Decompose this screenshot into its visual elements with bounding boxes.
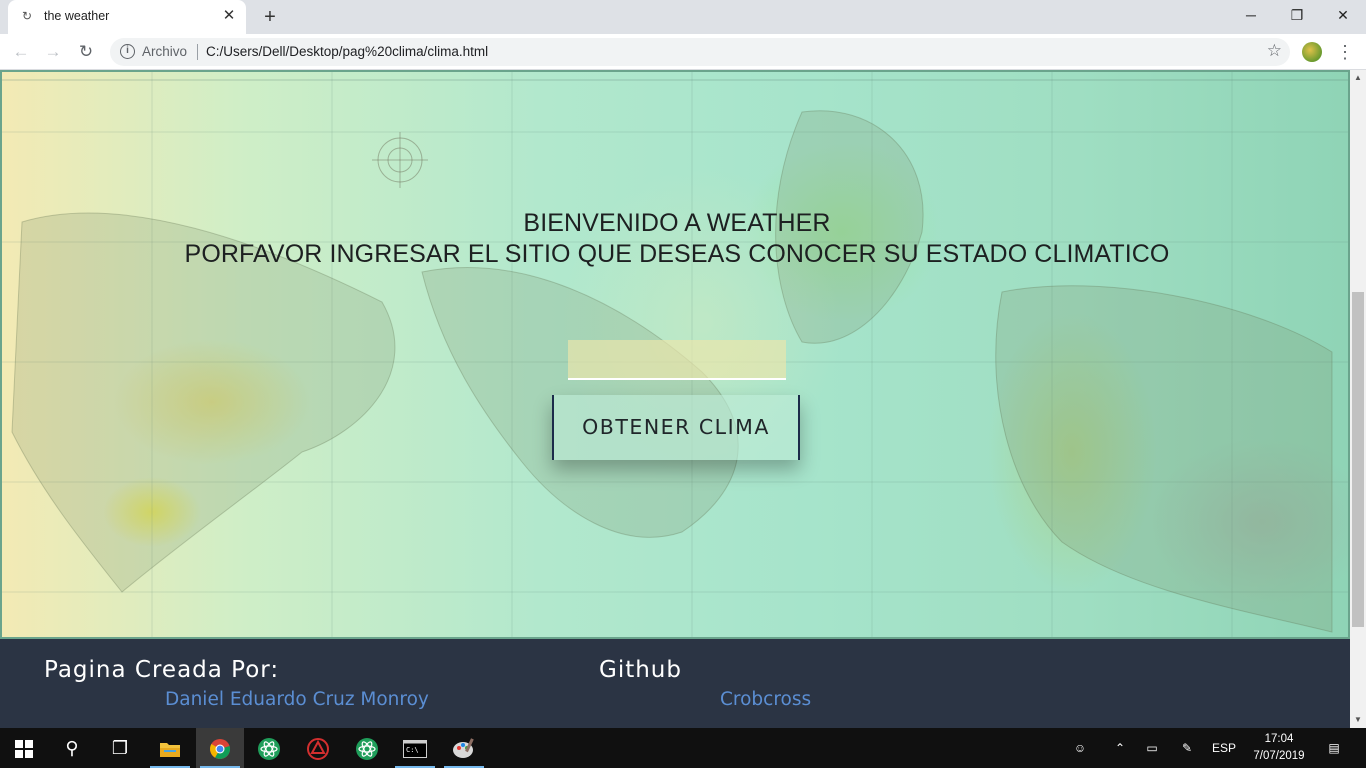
heading-instruction: PORFAVOR INGRESAR EL SITIO QUE DESEAS CO… xyxy=(184,240,1170,268)
pen-icon[interactable]: ✎ xyxy=(1174,728,1200,768)
people-icon[interactable]: ☺ xyxy=(1066,728,1094,768)
world-map-background: BIENVENIDO A WEATHER PORFAVOR INGRESAR E… xyxy=(0,70,1350,639)
browser-tab[interactable]: ↻ the weather ✕ xyxy=(8,0,246,34)
clock-time: 17:04 xyxy=(1264,733,1294,745)
divider xyxy=(197,44,198,60)
city-input[interactable] xyxy=(568,340,786,380)
bookmark-star-icon[interactable]: ☆ xyxy=(1267,41,1282,61)
close-window-button[interactable]: ✕ xyxy=(1320,0,1366,30)
page-viewport: BIENVENIDO A WEATHER PORFAVOR INGRESAR E… xyxy=(0,70,1350,728)
restore-button[interactable]: ❐ xyxy=(1274,0,1320,30)
close-tab-icon[interactable]: ✕ xyxy=(220,7,238,25)
action-center-icon[interactable]: ▤ xyxy=(1320,728,1348,768)
minimize-button[interactable]: ─ xyxy=(1228,0,1274,30)
system-clock[interactable]: 17:04 7/07/2019 xyxy=(1248,731,1310,765)
heading-welcome: BIENVENIDO A WEATHER xyxy=(523,209,831,237)
red-app-icon[interactable] xyxy=(294,728,342,768)
author-link[interactable]: Daniel Eduardo Cruz Monroy xyxy=(165,689,429,710)
scroll-down-arrow-icon[interactable]: ▼ xyxy=(1350,712,1366,728)
tab-strip: ↻ the weather ✕ + ─ ❐ ✕ xyxy=(0,0,1366,34)
task-view-icon[interactable]: ❐ xyxy=(96,728,144,768)
atom-editor-icon[interactable] xyxy=(245,728,293,768)
clock-date: 7/07/2019 xyxy=(1253,750,1305,762)
github-user-link[interactable]: Crobcross xyxy=(720,689,811,710)
chrome-icon[interactable] xyxy=(196,728,244,768)
tab-title: the weather xyxy=(44,9,110,23)
page-heading: BIENVENIDO A WEATHER PORFAVOR INGRESAR E… xyxy=(2,208,1350,270)
scrollbar-thumb[interactable] xyxy=(1352,292,1364,627)
created-by-label: Pagina Creada Por: xyxy=(44,657,280,683)
page-scrollbar[interactable]: ▲ ▼ xyxy=(1350,70,1366,728)
address-bar[interactable]: i Archivo C:/Users/Dell/Desktop/pag%20cl… xyxy=(110,38,1290,66)
url-text[interactable]: C:/Users/Dell/Desktop/pag%20clima/clima.… xyxy=(206,44,488,59)
menu-kebab-icon[interactable]: ⋮ xyxy=(1336,40,1354,64)
new-tab-button[interactable]: + xyxy=(258,5,282,29)
github-label: Github xyxy=(599,657,682,683)
svg-text:C:\: C:\ xyxy=(406,746,419,754)
page-footer: Pagina Creada Por: Daniel Eduardo Cruz M… xyxy=(0,639,1350,728)
file-explorer-icon[interactable] xyxy=(146,728,194,768)
atom-editor-2-icon[interactable] xyxy=(343,728,391,768)
windows-start-icon[interactable] xyxy=(0,728,48,768)
battery-icon[interactable]: ▭ xyxy=(1140,728,1164,768)
back-button[interactable]: ← xyxy=(9,40,33,64)
language-indicator[interactable]: ESP xyxy=(1208,728,1240,768)
get-weather-button[interactable]: OBTENER CLIMA xyxy=(552,395,800,460)
forward-button[interactable]: → xyxy=(41,40,65,64)
reload-button[interactable]: ↻ xyxy=(74,40,98,64)
windows-taskbar: ⚲ ❐ C:\ ☺ ⌃ ▭ ✎ ESP 17:04 7/07/2019 ▤ xyxy=(0,728,1366,768)
profile-avatar[interactable] xyxy=(1302,42,1322,62)
scroll-up-arrow-icon[interactable]: ▲ xyxy=(1350,70,1366,86)
search-icon[interactable]: ⚲ xyxy=(48,728,96,768)
terminal-icon[interactable]: C:\ xyxy=(391,728,439,768)
paint-icon[interactable] xyxy=(440,728,488,768)
url-scheme-label: Archivo xyxy=(142,44,188,59)
loading-icon: ↻ xyxy=(22,9,33,23)
show-hidden-icons-chevron-icon[interactable]: ⌃ xyxy=(1108,728,1132,768)
info-icon[interactable]: i xyxy=(120,44,135,59)
browser-toolbar: ← → ↻ i Archivo C:/Users/Dell/Desktop/pa… xyxy=(0,34,1366,70)
